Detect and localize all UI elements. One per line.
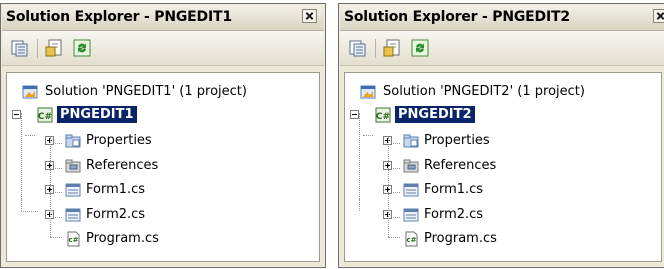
form-icon xyxy=(403,183,419,197)
csharp-file-icon: c# xyxy=(67,231,80,247)
close-button[interactable] xyxy=(653,9,664,23)
solution-icon xyxy=(22,85,38,99)
tree-item-solution[interactable]: Solution 'PNGEDIT1' (1 project) xyxy=(7,81,319,103)
tree-item-program[interactable]: c# Program.cs xyxy=(345,228,661,250)
tree-item-references[interactable]: References xyxy=(345,155,661,177)
svg-text:c#: c# xyxy=(68,236,78,244)
item-label: Form2.cs xyxy=(86,207,146,222)
item-label: Properties xyxy=(424,133,490,148)
solution-tree: Solution 'PNGEDIT1' (1 project) C# PNGED… xyxy=(6,72,320,262)
refresh-icon[interactable] xyxy=(72,38,92,58)
toolbar-separator xyxy=(37,39,38,58)
solution-explorer-panel-2: Solution Explorer - PNGEDIT2 Solution 'P… xyxy=(338,3,664,268)
tree-item-solution[interactable]: Solution 'PNGEDIT2' (1 project) xyxy=(345,81,661,103)
toolbar xyxy=(2,31,324,66)
tree-item-properties[interactable]: Properties xyxy=(345,130,661,152)
tree-item-project[interactable]: C# PNGEDIT2 xyxy=(345,104,661,126)
panel-title: Solution Explorer - PNGEDIT1 xyxy=(6,9,232,25)
item-label: References xyxy=(424,158,497,173)
references-folder-icon xyxy=(403,159,419,173)
refresh-icon[interactable] xyxy=(410,38,430,58)
solution-icon xyxy=(360,85,376,99)
form-icon xyxy=(65,208,81,222)
svg-text:c#: c# xyxy=(406,236,416,244)
item-label: Program.cs xyxy=(424,231,497,246)
tree-item-form2[interactable]: Form2.cs xyxy=(345,204,661,226)
tree-item-form1[interactable]: Form1.cs xyxy=(345,179,661,201)
collapse-toggle[interactable] xyxy=(12,110,21,119)
properties-folder-icon xyxy=(403,134,419,148)
form-icon xyxy=(403,208,419,222)
svg-text:C#: C# xyxy=(38,112,52,122)
item-label: Form2.cs xyxy=(424,207,484,222)
toolbar xyxy=(340,31,664,66)
project-label: PNGEDIT2 xyxy=(395,106,475,123)
solution-label: Solution 'PNGEDIT2' (1 project) xyxy=(383,84,585,99)
show-all-files-icon[interactable] xyxy=(10,38,30,58)
csharp-project-icon: C# xyxy=(375,107,391,123)
tree-item-form2[interactable]: Form2.cs xyxy=(7,204,319,226)
tree-item-properties[interactable]: Properties xyxy=(7,130,319,152)
solution-tree: Solution 'PNGEDIT2' (1 project) C# PNGED… xyxy=(344,72,662,262)
item-label: Properties xyxy=(86,133,152,148)
close-button[interactable] xyxy=(302,9,317,23)
panel-titlebar[interactable]: Solution Explorer - PNGEDIT1 xyxy=(2,5,324,31)
tree-item-form1[interactable]: Form1.cs xyxy=(7,179,319,201)
properties-icon[interactable] xyxy=(383,38,403,58)
project-label: PNGEDIT1 xyxy=(57,106,137,123)
tree-item-program[interactable]: c# Program.cs xyxy=(7,228,319,250)
solution-label: Solution 'PNGEDIT1' (1 project) xyxy=(45,84,247,99)
item-label: References xyxy=(86,158,159,173)
references-folder-icon xyxy=(65,159,81,173)
item-label: Form1.cs xyxy=(424,182,484,197)
panel-title: Solution Explorer - PNGEDIT2 xyxy=(344,9,570,25)
properties-folder-icon xyxy=(65,134,81,148)
show-all-files-icon[interactable] xyxy=(348,38,368,58)
csharp-file-icon: c# xyxy=(405,231,418,247)
item-label: Program.cs xyxy=(86,231,159,246)
properties-icon[interactable] xyxy=(45,38,65,58)
tree-item-project[interactable]: C# PNGEDIT1 xyxy=(7,104,319,126)
solution-explorer-panel-1: Solution Explorer - PNGEDIT1 Solution 'P… xyxy=(0,3,326,268)
toolbar-separator xyxy=(375,39,376,58)
csharp-project-icon: C# xyxy=(37,107,53,123)
svg-text:C#: C# xyxy=(376,112,390,122)
collapse-toggle[interactable] xyxy=(350,110,359,119)
form-icon xyxy=(65,183,81,197)
panel-titlebar[interactable]: Solution Explorer - PNGEDIT2 xyxy=(340,5,664,31)
item-label: Form1.cs xyxy=(86,182,146,197)
tree-item-references[interactable]: References xyxy=(7,155,319,177)
